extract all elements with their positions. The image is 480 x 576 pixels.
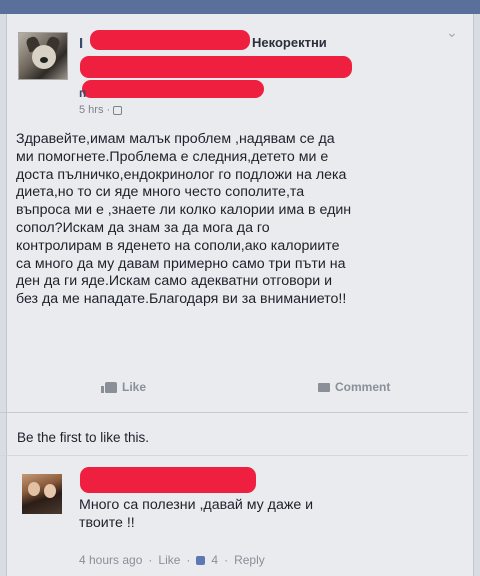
comment-reply-link[interactable]: Reply <box>234 553 265 567</box>
comment-label: Comment <box>335 380 391 394</box>
commenter-avatar[interactable] <box>22 474 62 514</box>
comment-text: Много са полезни ,давай му даже и твоите… <box>79 496 409 532</box>
redaction-commenter-name <box>80 467 256 493</box>
chevron-down-icon[interactable]: ⌄ <box>446 24 458 41</box>
post-author-avatar[interactable] <box>18 32 68 80</box>
likes-summary: Be the first to like this. <box>17 430 150 445</box>
post-text-line: доста пълничко,ендокринолог го подложи н… <box>16 166 347 183</box>
divider <box>0 455 468 456</box>
thumbs-up-icon <box>101 381 117 393</box>
post-text-line: са много да му давам примерно само три п… <box>16 255 346 272</box>
post-time[interactable]: 5 hrs <box>79 104 103 116</box>
post-meta: 5 hrs · <box>79 104 123 116</box>
post-text: Здравейте,имам малък проблем ,надявам се… <box>16 131 462 309</box>
post-text-line: Здравейте,имам малък проблем ,надявам се… <box>16 131 335 147</box>
comment-text-line: твоите !! <box>79 515 135 531</box>
comment-like-link[interactable]: Like <box>158 553 180 567</box>
post-text-line: контролирам в яденето на сополи,ако кало… <box>16 237 340 254</box>
top-strip <box>0 0 480 14</box>
redaction-author-name <box>90 30 250 50</box>
comment-time[interactable]: 4 hours ago <box>79 553 142 567</box>
comment-like-count: 4 <box>211 553 219 567</box>
globe-icon <box>113 105 123 115</box>
post-text-line: ми помогнете.Проблема е следния,детето м… <box>16 148 329 165</box>
post-text-line: без да ме нападате.Благодаря ви за внима… <box>16 291 347 308</box>
redaction-line-3 <box>82 80 264 98</box>
thumbs-up-icon <box>196 555 206 565</box>
redaction-line-2 <box>80 56 352 78</box>
post-text-line: въпроса ми е ,знаете ли колко калории им… <box>16 202 352 219</box>
group-name[interactable]: Некоректни <box>252 35 327 50</box>
like-button[interactable]: Like <box>101 380 147 394</box>
comment-button[interactable]: Comment <box>318 380 390 394</box>
comment-text-line: Много са полезни ,давай му даже и <box>79 497 314 513</box>
like-label: Like <box>122 380 147 394</box>
comment-bubble-icon <box>318 382 330 392</box>
post-author-initial[interactable]: I <box>79 35 83 52</box>
comment-meta: 4 hours ago · Like · 4 · Reply <box>79 553 265 567</box>
post-actions: Like Comment <box>0 380 468 402</box>
divider <box>0 412 468 413</box>
post-second-initial: п <box>79 86 87 100</box>
post-text-line: сопол?Искам да знам за да мога да го <box>16 219 270 236</box>
post-text-line: ден да ги яде.Искам само адекватни отгов… <box>16 273 333 290</box>
post-text-line: диета,но то си яде много често сополите,… <box>16 184 305 201</box>
